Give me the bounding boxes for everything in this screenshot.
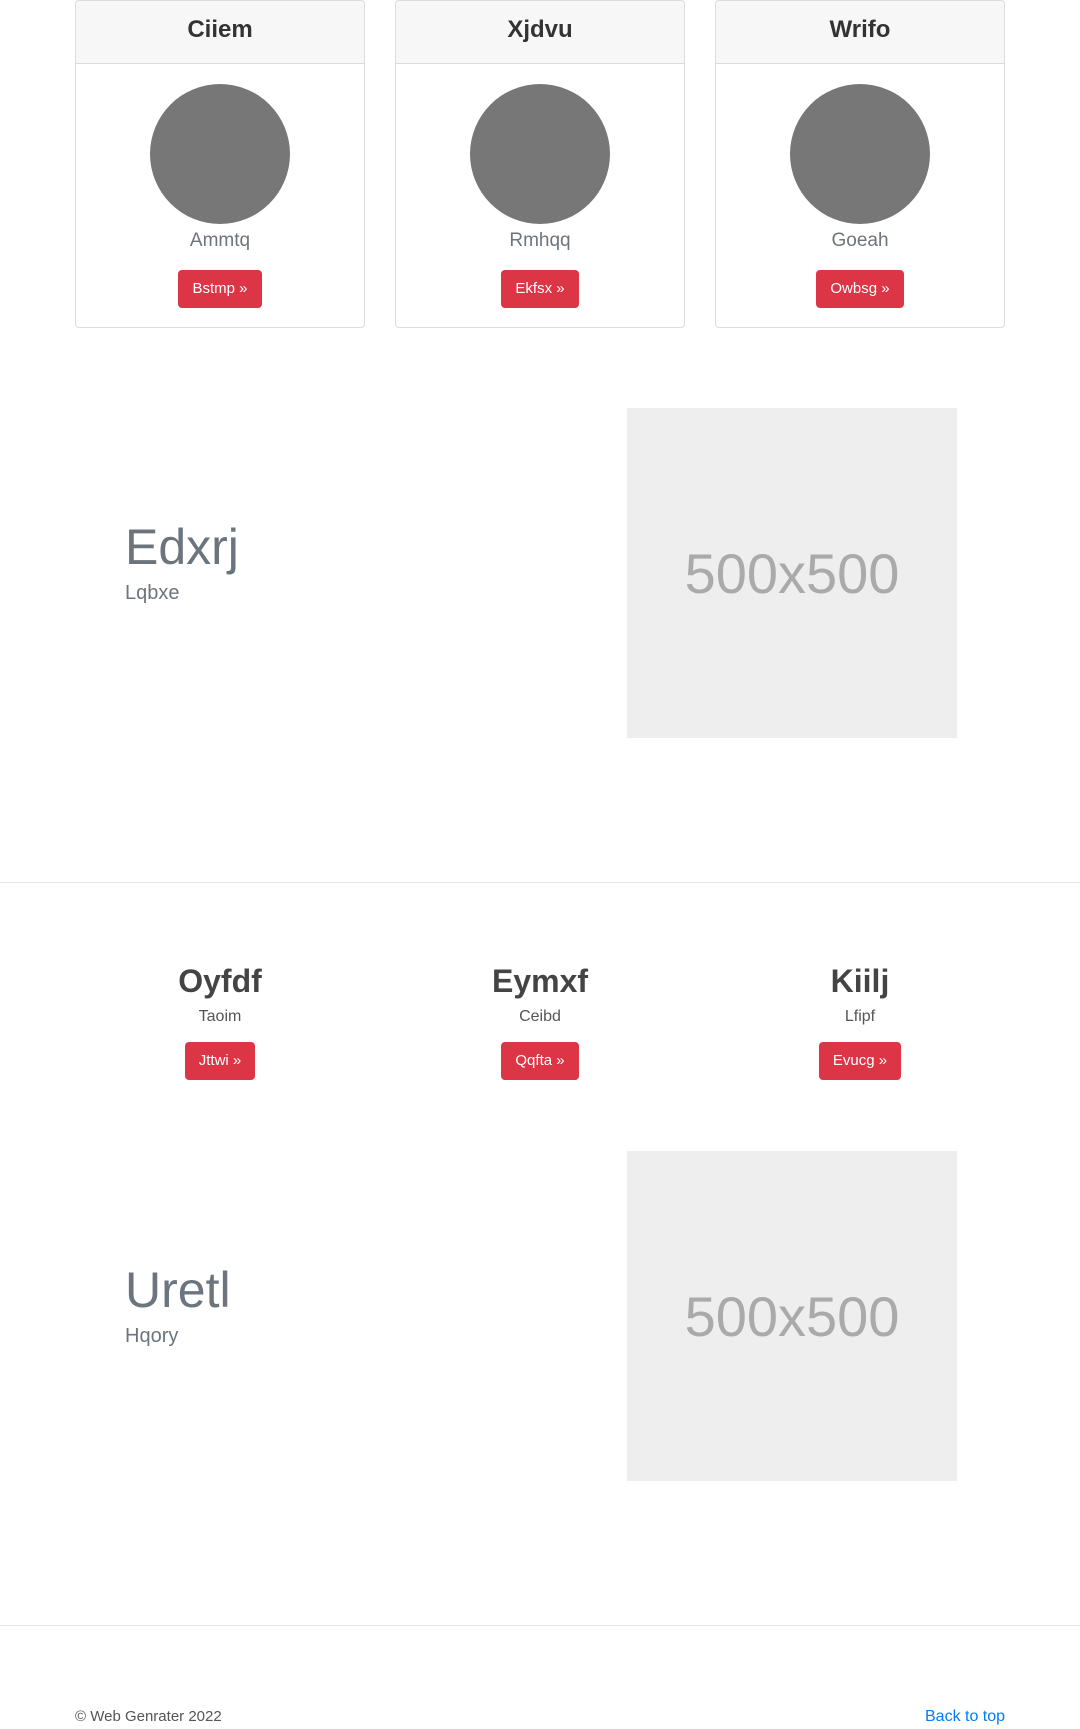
placeholder-image: 500x500	[627, 408, 957, 738]
card-title: Wrifo	[716, 1, 1004, 64]
card-row: Ciiem Ammtq Bstmp » Xjdvu Rmhqq Ekfsx » …	[75, 0, 1005, 328]
column-subtitle: Taoim	[198, 1008, 242, 1025]
feature-text: Uretl Hqory	[125, 1265, 231, 1348]
card-button[interactable]: Ekfsx »	[501, 270, 579, 308]
avatar	[150, 84, 290, 224]
profile-card: Ciiem Ammtq Bstmp »	[75, 0, 365, 328]
card-button[interactable]: Owbsg »	[816, 270, 904, 308]
column-title: Oyfdf	[178, 963, 262, 999]
back-to-top-link[interactable]: Back to top	[925, 1708, 1005, 1726]
feature-title: Edxrj	[125, 519, 239, 575]
column-title: Kiilj	[830, 963, 890, 999]
feature-title: Uretl	[125, 1262, 231, 1318]
card-button[interactable]: Bstmp »	[178, 270, 262, 308]
profile-card: Xjdvu Rmhqq Ekfsx »	[395, 0, 685, 328]
cards-section: Ciiem Ammtq Bstmp » Xjdvu Rmhqq Ekfsx » …	[75, 0, 1005, 328]
card-name: Rmhqq	[509, 230, 571, 251]
placeholder-image: 500x500	[627, 1151, 957, 1481]
feature-section-1: Edxrj Lqbxe 500x500	[75, 408, 1005, 738]
column-subtitle: Lfipf	[844, 1008, 876, 1025]
feature-text: Edxrj Lqbxe	[125, 522, 239, 605]
column-subtitle: Ceibd	[519, 1008, 561, 1025]
column-button[interactable]: Qqfta »	[501, 1042, 579, 1080]
column-button[interactable]: Evucg »	[818, 1042, 902, 1080]
column: Eymxf Ceibd Qqfta »	[395, 963, 685, 1080]
card-name: Ammtq	[189, 230, 251, 251]
card-title: Ciiem	[76, 1, 364, 64]
column-title: Eymxf	[491, 963, 589, 999]
footer-copyright: © Web Genrater 2022	[75, 1708, 222, 1725]
feature-section-2: Uretl Hqory 500x500	[75, 1151, 1005, 1481]
avatar	[470, 84, 610, 224]
profile-card: Wrifo Goeah Owbsg »	[715, 0, 1005, 328]
feature-subtitle: Lqbxe	[125, 582, 180, 604]
column: Kiilj Lfipf Evucg »	[715, 963, 1005, 1080]
card-title: Xjdvu	[396, 1, 684, 64]
feature-subtitle: Hqory	[125, 1325, 179, 1347]
card-name: Goeah	[831, 230, 889, 251]
column: Oyfdf Taoim Jttwi »	[75, 963, 365, 1080]
footer-divider	[0, 1625, 1080, 1626]
avatar	[790, 84, 930, 224]
section-divider	[0, 882, 1080, 883]
column-button[interactable]: Jttwi »	[184, 1042, 256, 1080]
columns-section: Oyfdf Taoim Jttwi » Eymxf Ceibd Qqfta » …	[75, 963, 1005, 1080]
